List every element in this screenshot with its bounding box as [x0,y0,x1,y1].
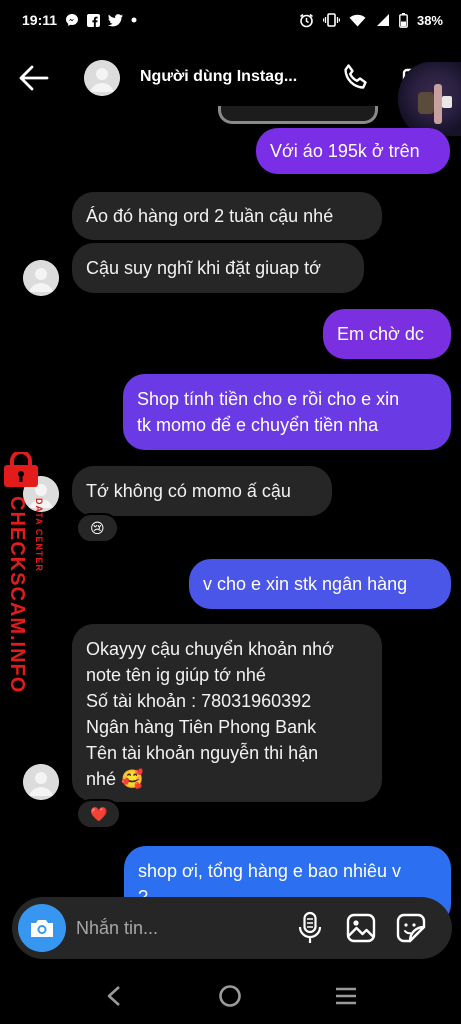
default-avatar-icon [84,60,120,96]
microphone-icon [298,911,322,943]
back-arrow-icon [19,65,49,91]
sent-message[interactable]: Với áo 195k ở trên [256,128,450,174]
back-button[interactable] [18,64,50,92]
battery-percent: 38% [416,12,443,28]
watermark: CHECKSCAM.INFO DATA CENTER [0,452,52,693]
received-message[interactable]: Okayyy cậu chuyển khoản nhớ note tên ig g… [72,624,382,802]
message-text: Với áo 195k ở trên [270,141,420,161]
default-avatar-icon [23,764,59,800]
message-text: v cho e xin stk ngân hàng [203,574,408,594]
message-text-line: shop ơi, tổng hàng e bao nhiêu v [138,861,402,881]
received-message[interactable]: Tớ không có momo ấ cậu [72,466,332,516]
message-text-line: nhé 🥰 [86,769,144,789]
twitter-icon [108,13,124,27]
sticker-button[interactable] [396,913,426,943]
message-reaction[interactable]: 😢 [76,513,119,543]
sent-message[interactable]: Shop tính tiền cho e rồi cho e xin tk mom… [123,374,451,450]
dot-icon [131,17,137,23]
alarm-icon [299,13,314,28]
sent-message[interactable]: Em chờ dc [323,309,451,359]
default-avatar-icon [23,260,59,296]
message-text-line: tk momo để e chuyển tiền nha [137,415,379,435]
sticker-icon [396,913,426,943]
message-text: Tớ không có momo ấ cậu [86,481,291,501]
contact-avatar[interactable] [84,60,120,96]
message-text-line: Shop tính tiền cho e rồi cho e xin [137,389,400,409]
message-text-line: Ngân hàng Tiên Phong Bank [86,717,317,737]
received-message[interactable]: Áo đó hàng ord 2 tuần cậu nhé [72,192,382,240]
status-time: 19:11 [22,12,58,28]
vibrate-icon [322,13,340,27]
phone-icon [344,64,367,89]
message-reaction[interactable]: ❤️ [76,799,122,829]
message-text-line: Số tài khoản : 78031960392 [86,691,312,711]
chat-header: Người dùng Instag... [0,46,461,110]
message-text-line: Okayyy cậu chuyển khoản nhớ [86,639,334,659]
system-nav-bar [0,968,461,1024]
nav-back-button[interactable] [104,984,126,1008]
voice-message-button[interactable] [296,911,324,945]
sender-avatar[interactable] [23,260,59,296]
status-bar: 19:11 38% [0,0,461,40]
message-input[interactable] [76,915,276,941]
nav-home-button[interactable] [218,984,242,1008]
message-text: Cậu suy nghĩ khi đặt giuap tớ [86,258,321,278]
message-composer [12,897,452,959]
message-text-line: note tên ig giúp tớ nhé [86,665,266,685]
battery-icon [399,12,408,28]
camera-button[interactable] [18,904,66,952]
sent-message[interactable]: v cho e xin stk ngân hàng [189,559,451,609]
nav-recent-apps-icon [336,987,356,1005]
facebook-icon [87,13,101,27]
watermark-subtext: DATA CENTER [34,498,44,572]
voice-call-button[interactable] [340,62,372,94]
nav-home-icon [219,985,241,1007]
signal-icon [375,13,390,27]
watermark-text: CHECKSCAM.INFO [6,496,28,694]
gallery-button[interactable] [346,913,376,943]
gallery-icon [346,913,376,943]
lock-icon [4,452,38,487]
message-text: Em chờ dc [337,324,424,344]
nav-recent-apps-button[interactable] [334,986,358,1006]
sender-avatar[interactable] [23,764,59,800]
messenger-icon [65,13,79,27]
message-text-line: Tên tài khoản nguyễn thi hận [86,743,319,763]
message-text: Áo đó hàng ord 2 tuần cậu nhé [86,206,334,226]
contact-name[interactable]: Người dùng Instag... [140,68,297,86]
received-message[interactable]: Cậu suy nghĩ khi đặt giuap tớ [72,243,364,293]
wifi-icon [349,14,366,27]
floating-video-thumbnail[interactable] [398,62,461,136]
nav-back-icon [107,986,120,1006]
shared-photo-partial[interactable] [218,106,378,124]
camera-icon [31,920,53,937]
